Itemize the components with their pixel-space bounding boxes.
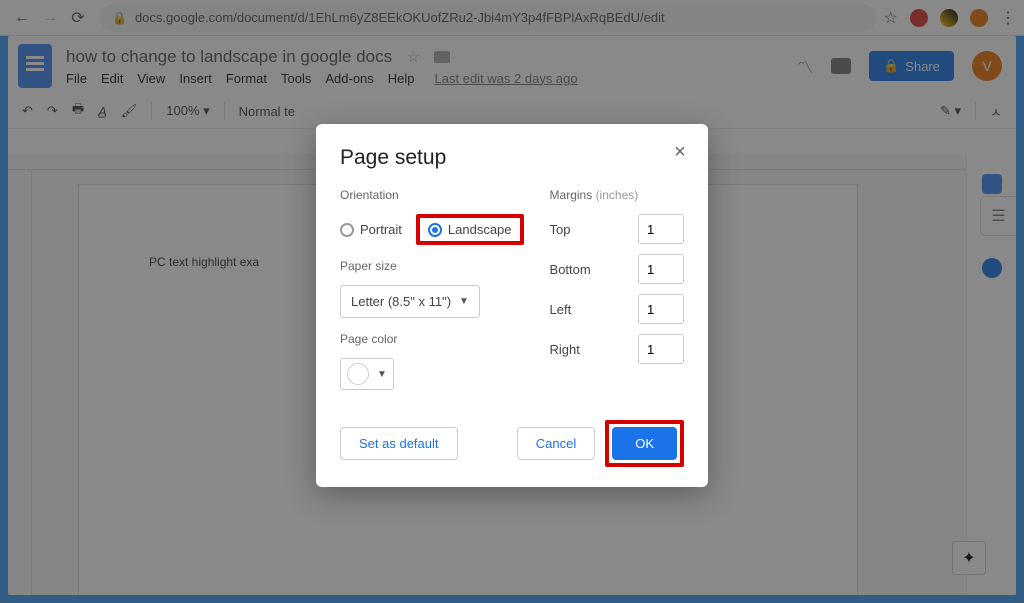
margin-right-input[interactable]	[638, 334, 684, 364]
caret-down-icon: ▼	[377, 369, 387, 380]
margin-bottom-input[interactable]	[638, 254, 684, 284]
highlight-landscape: Landscape	[416, 214, 524, 245]
margin-bottom-label: Bottom	[550, 262, 591, 277]
close-button[interactable]: ×	[668, 140, 692, 164]
margin-top-input[interactable]	[638, 214, 684, 244]
margin-top-label: Top	[550, 222, 571, 237]
radio-unselected-icon	[340, 223, 354, 237]
paper-size-label: Paper size	[340, 259, 524, 273]
orientation-portrait[interactable]: Portrait	[340, 222, 402, 237]
paper-size-select[interactable]: Letter (8.5" x 11") ▼	[340, 285, 480, 318]
color-chip-icon	[347, 363, 369, 385]
highlight-ok: OK	[605, 420, 684, 467]
dialog-title: Page setup	[340, 146, 684, 170]
page-color-select[interactable]: ▼	[340, 358, 394, 390]
right-column: Margins (inches) Top Bottom Left Right	[550, 188, 684, 390]
page-setup-dialog: Page setup × Orientation Portrait Landsc…	[316, 124, 708, 487]
margin-left-label: Left	[550, 302, 572, 317]
orientation-landscape[interactable]: Landscape	[428, 222, 512, 237]
page-color-label: Page color	[340, 332, 524, 346]
ok-button[interactable]: OK	[612, 427, 677, 460]
set-default-button[interactable]: Set as default	[340, 427, 458, 460]
left-column: Orientation Portrait Landscape Paper siz…	[340, 188, 524, 390]
margin-left-input[interactable]	[638, 294, 684, 324]
orientation-label: Orientation	[340, 188, 524, 202]
radio-selected-icon	[428, 223, 442, 237]
orientation-row: Portrait Landscape	[340, 214, 524, 245]
margins-label: Margins (inches)	[550, 188, 684, 202]
dialog-button-row: Set as default Cancel OK	[340, 420, 684, 467]
caret-down-icon: ▼	[459, 296, 469, 307]
margin-right-label: Right	[550, 342, 580, 357]
cancel-button[interactable]: Cancel	[517, 427, 595, 460]
